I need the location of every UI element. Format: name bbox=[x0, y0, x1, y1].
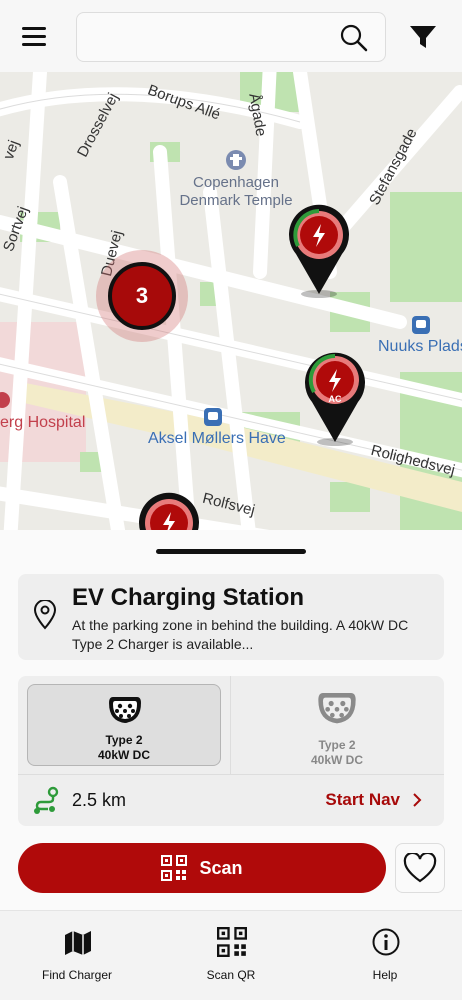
type2-connector-icon bbox=[109, 697, 141, 723]
charger-pin-icon bbox=[289, 204, 349, 298]
nav-item-scan-qr[interactable]: Scan QR bbox=[154, 911, 308, 1000]
location-pin-icon bbox=[33, 600, 57, 630]
scan-button[interactable]: Scan bbox=[18, 843, 386, 893]
top-bar bbox=[0, 0, 462, 72]
favorite-button[interactable] bbox=[395, 843, 445, 893]
connector-power: 40kW DC bbox=[97, 748, 150, 762]
connector-power: 40kW DC bbox=[310, 753, 363, 767]
search-input[interactable] bbox=[87, 21, 337, 53]
station-description: At the parking zone in behind the buildi… bbox=[72, 617, 409, 652]
pin-ac-label: AC bbox=[328, 394, 342, 404]
filter-icon[interactable] bbox=[408, 22, 438, 52]
charger-cluster-marker[interactable]: 3 bbox=[96, 250, 188, 342]
charger-pin-marker[interactable]: AC bbox=[302, 350, 368, 446]
nav-label: Scan QR bbox=[206, 968, 256, 982]
hamburger-icon[interactable] bbox=[22, 24, 56, 50]
poi-label: Aksel Møllers Have bbox=[148, 430, 286, 447]
poi-label: erg Hospital bbox=[0, 414, 86, 431]
nav-item-find-charger[interactable]: Find Charger bbox=[0, 911, 154, 1000]
poi-label: Copenhagen Denmark Temple bbox=[179, 174, 293, 209]
connector-option-selected[interactable]: Type 2 40kW DC bbox=[27, 684, 221, 766]
scan-label: Scan bbox=[199, 857, 243, 878]
connector-type: Type 2 bbox=[105, 733, 143, 747]
cluster-count: 3 bbox=[135, 283, 149, 308]
station-info-card[interactable]: EV Charging Station At the parking zone … bbox=[18, 574, 444, 660]
start-nav-label: Start Nav bbox=[325, 790, 400, 809]
route-icon bbox=[34, 786, 59, 814]
type2-connector-icon bbox=[318, 693, 356, 724]
station-title: EV Charging Station bbox=[72, 584, 305, 611]
charger-pin-icon bbox=[139, 492, 199, 532]
distance-text: 2.5 km bbox=[72, 790, 127, 810]
start-nav-button[interactable]: Start Nav bbox=[325, 790, 422, 810]
divider bbox=[18, 774, 444, 775]
sheet-grabber[interactable] bbox=[156, 549, 306, 554]
info-icon bbox=[372, 928, 400, 956]
heart-icon bbox=[403, 853, 437, 883]
bottom-nav: Find Charger Scan QR Help bbox=[0, 910, 462, 1000]
search-box[interactable] bbox=[76, 12, 386, 62]
search-icon[interactable] bbox=[339, 23, 369, 53]
qr-icon bbox=[161, 855, 188, 881]
nav-item-help[interactable]: Help bbox=[308, 911, 462, 1000]
divider bbox=[230, 676, 231, 774]
station-detail-sheet: EV Charging Station At the parking zone … bbox=[0, 530, 462, 910]
charger-pin-marker[interactable] bbox=[136, 490, 202, 532]
cluster-badge: 3 bbox=[108, 262, 176, 330]
qr-icon bbox=[217, 927, 247, 957]
charger-pin-marker[interactable] bbox=[286, 202, 352, 298]
connector-card: Type 2 40kW DC Type 2 40kW DC 2.5 km Sta… bbox=[18, 676, 444, 826]
chevron-right-icon bbox=[413, 793, 422, 807]
map-icon bbox=[65, 931, 91, 955]
nav-label: Help bbox=[372, 968, 398, 982]
nav-label: Find Charger bbox=[41, 968, 113, 982]
map-view[interactable]: Borups Allé Ågade Drosselvej Stefansgade… bbox=[0, 72, 462, 532]
connector-type: Type 2 bbox=[318, 738, 356, 752]
poi-label: Nuuks Plads bbox=[378, 338, 462, 355]
connector-option[interactable]: Type 2 40kW DC bbox=[240, 684, 434, 767]
